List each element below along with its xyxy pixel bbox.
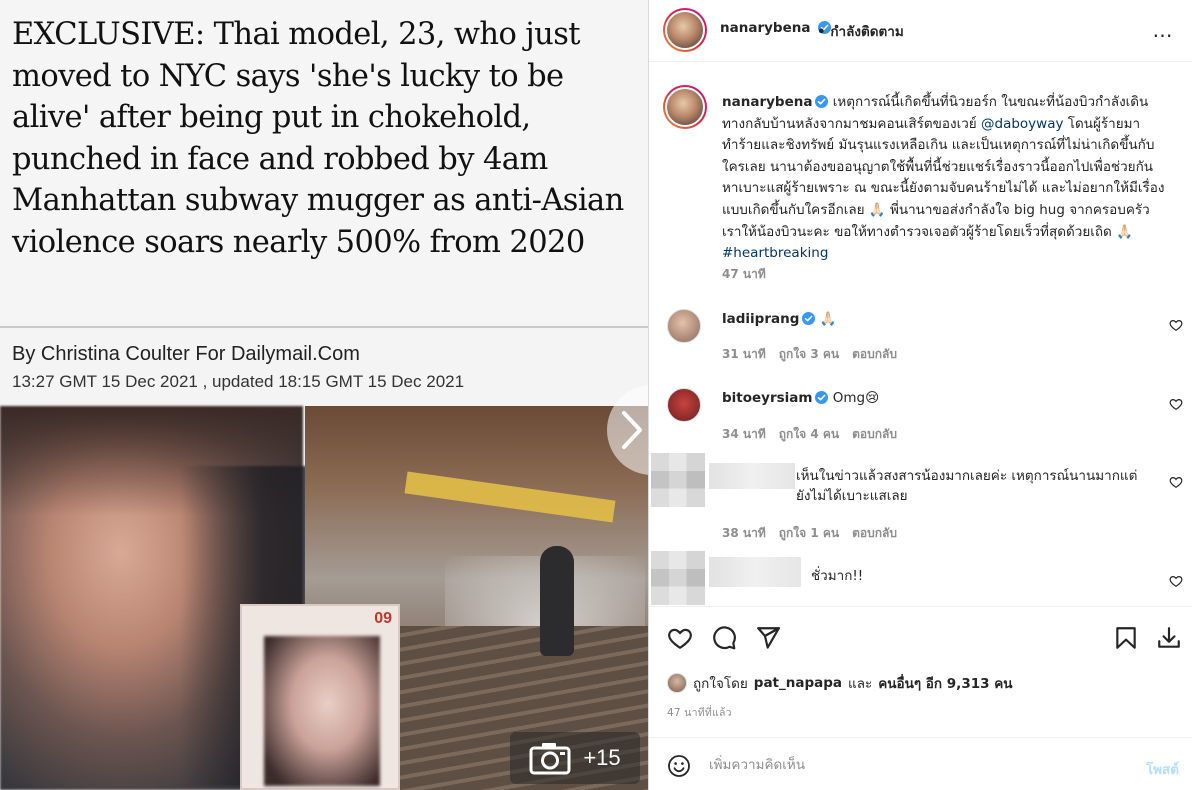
censored-avatar: [651, 551, 705, 605]
caption-text-part-2: โดนผู้ร้ายมาทำร้ายและชิงทรัพย์ มันรุนแรง…: [722, 115, 1165, 240]
add-comment-bar: โพสต์: [649, 737, 1192, 790]
inset-portrait-photo: 09: [240, 604, 400, 790]
comment-username[interactable]: bitoeyrsiam: [722, 390, 812, 406]
liker-avatar: [667, 673, 687, 693]
header-separator: •: [817, 24, 826, 40]
comment-meta: 34 นาที ถูกใจ 4 คน ตอบกลับ: [722, 425, 910, 444]
comment-time[interactable]: 34 นาที: [722, 427, 766, 441]
comment-likes[interactable]: ถูกใจ 3 คน: [779, 347, 839, 361]
verified-badge-icon: [815, 95, 829, 108]
comment-like-heart-icon[interactable]: [1169, 397, 1183, 411]
author-username[interactable]: nanarybena: [720, 20, 832, 36]
article-headline: EXCLUSIVE: Thai model, 23, who just move…: [12, 17, 624, 260]
post-media: EXCLUSIVE: Thai model, 23, who just move…: [0, 0, 648, 790]
caption-username[interactable]: nanarybena: [722, 94, 812, 110]
photo-figure: [540, 546, 574, 656]
comment-icon[interactable]: [711, 625, 737, 651]
comment-text: เห็นในข่าวแล้วสงสารน้องมากเลยค่ะ เหตุการ…: [796, 466, 1141, 506]
comment-reply-button[interactable]: ตอบกลับ: [852, 427, 897, 441]
verified-badge-icon: [815, 391, 829, 404]
post-header: nanarybena • กำลังติดตาม …: [649, 0, 1192, 62]
author-avatar-image: [665, 10, 705, 50]
inset-number: 09: [374, 610, 392, 627]
post-action-bar: [649, 606, 1192, 668]
comment-reply-button[interactable]: ตอบกลับ: [852, 526, 897, 540]
comment-body: ชั่วมาก!!: [811, 568, 864, 584]
comment-avatar[interactable]: [667, 388, 701, 422]
censored-avatar: [651, 453, 705, 507]
comment-avatar[interactable]: [667, 309, 701, 343]
caption-meta: 47 นาที: [722, 265, 779, 284]
chevron-right-icon: [622, 411, 642, 449]
comment-likes[interactable]: ถูกใจ 1 คน: [779, 526, 839, 540]
author-username-text: nanarybena: [720, 20, 811, 36]
author-avatar[interactable]: [663, 8, 707, 52]
download-icon[interactable]: [1156, 625, 1182, 651]
likes-connector: และ: [848, 676, 873, 692]
comments-panel[interactable]: nanarybena เหตุการณ์นี้เกิดขึ้นที่นิวยอร…: [649, 63, 1192, 605]
comment-username[interactable]: ladiiprang: [722, 311, 799, 327]
comment-time[interactable]: 38 นาที: [722, 526, 766, 540]
comment-text: bitoeyrsiam Omg😢: [722, 388, 1162, 408]
photo-yellow-stripe: [404, 471, 616, 523]
caption-hashtag-link[interactable]: #heartbreaking: [722, 245, 828, 261]
send-icon[interactable]: [755, 625, 781, 651]
caption-mention-link[interactable]: @daboyway: [981, 116, 1063, 132]
post-comment-button[interactable]: โพสต์: [1146, 758, 1179, 780]
liker-username[interactable]: pat_napapa: [754, 675, 842, 691]
article-byline: By Christina Coulter For Dailymail.Com: [12, 343, 360, 365]
article-byline-area: [0, 328, 648, 408]
comment-reply-button[interactable]: ตอบกลับ: [852, 347, 897, 361]
caption-author-avatar[interactable]: [663, 85, 707, 129]
comment-body: Omg😢: [832, 390, 880, 406]
comment-like-heart-icon[interactable]: [1169, 574, 1183, 588]
emoji-icon[interactable]: [667, 754, 691, 778]
comment-body: 🙏🏻: [819, 311, 837, 327]
follow-status-label: กำลังติดตาม: [830, 24, 904, 40]
comment-input[interactable]: [709, 752, 1129, 778]
likes-prefix: ถูกใจโดย: [693, 676, 748, 692]
camera-icon: [529, 743, 571, 775]
article-dateline: 13:27 GMT 15 Dec 2021 , updated 18:15 GM…: [12, 372, 465, 391]
post-sidebar: nanarybena • กำลังติดตาม … nanarybena เห…: [648, 0, 1192, 790]
caption-time[interactable]: 47 นาที: [722, 267, 766, 281]
inset-face: [264, 636, 380, 786]
bookmark-icon[interactable]: [1113, 625, 1139, 651]
comment-likes[interactable]: ถูกใจ 4 คน: [779, 427, 839, 441]
likes-others-count[interactable]: คนอื่นๆ อีก 9,313 คน: [878, 672, 1012, 694]
gallery-count-badge: +15: [510, 732, 640, 784]
likes-summary[interactable]: ถูกใจโดย pat_napapa และ คนอื่นๆ อีก 9,31…: [667, 672, 1012, 694]
caption-author-avatar-image: [665, 87, 705, 127]
comment-body: เห็นในข่าวแล้วสงสารน้องมากเลยค่ะ เหตุการ…: [796, 468, 1138, 504]
heart-icon[interactable]: [667, 625, 693, 651]
censored-username: [709, 463, 795, 489]
comment-meta: 31 นาที ถูกใจ 3 คน ตอบกลับ: [722, 345, 910, 364]
verified-badge-icon: [802, 312, 816, 325]
comment-like-heart-icon[interactable]: [1169, 475, 1183, 489]
follow-status[interactable]: • กำลังติดตาม: [817, 20, 904, 42]
comment-text: ชั่วมาก!!: [811, 566, 1111, 586]
comment-like-heart-icon[interactable]: [1169, 318, 1183, 332]
more-options-button[interactable]: …: [1147, 14, 1179, 46]
article-screenshot-header: EXCLUSIVE: Thai model, 23, who just move…: [0, 0, 648, 326]
post-timestamp[interactable]: 47 นาทีที่แล้ว: [667, 704, 732, 721]
comment-text: ladiiprang 🙏🏻: [722, 309, 1162, 329]
caption-text: nanarybena เหตุการณ์นี้เกิดขึ้นที่นิวยอร…: [722, 92, 1167, 265]
censored-username: [709, 557, 801, 587]
gallery-count-text: +15: [583, 745, 621, 770]
more-options-icon: …: [1152, 18, 1174, 42]
comment-time[interactable]: 31 นาที: [722, 347, 766, 361]
comment-meta: 38 นาที ถูกใจ 1 คน ตอบกลับ: [722, 524, 910, 543]
